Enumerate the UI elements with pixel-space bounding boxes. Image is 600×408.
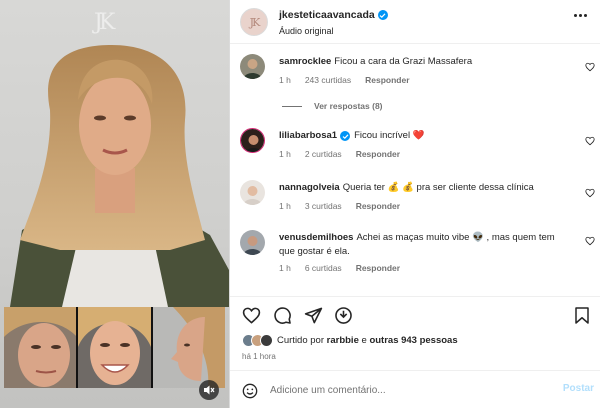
post-media[interactable]: JK: [0, 0, 229, 408]
liker-username[interactable]: rarbbie: [327, 335, 359, 346]
audio-link[interactable]: Áudio original: [279, 26, 334, 36]
likes-conjunction: e: [361, 335, 367, 346]
before-after-inset: [4, 307, 225, 388]
commenter-avatar[interactable]: [240, 54, 265, 79]
add-comment-bar: Postar: [230, 370, 600, 408]
profile-username-row: jkesteticaavancada: [279, 9, 388, 21]
comment-likes[interactable]: 2 curtidas: [305, 149, 342, 159]
post-comment-button[interactable]: Postar: [563, 383, 594, 394]
save-bookmark-icon[interactable]: [573, 306, 591, 325]
speaker-muted-icon: [204, 385, 215, 395]
comment-text: Ficou a cara da Grazi Massafera: [334, 56, 473, 67]
comment-time[interactable]: 1 h: [279, 149, 291, 159]
reply-button[interactable]: Responder: [356, 149, 400, 159]
share-send-icon[interactable]: [304, 306, 323, 325]
commenter-avatar[interactable]: [240, 128, 265, 153]
profile-avatar[interactable]: JK: [240, 8, 268, 36]
reply-button[interactable]: Responder: [356, 201, 400, 211]
profile-username[interactable]: jkesteticaavancada: [279, 9, 375, 21]
verified-badge-icon: [340, 131, 351, 141]
commenter-avatar[interactable]: [240, 180, 265, 205]
inset-face-center: [78, 307, 151, 388]
mute-button[interactable]: [199, 380, 219, 400]
like-comment-heart-icon[interactable]: [585, 188, 595, 198]
comment-username[interactable]: venusdemilhoes: [279, 232, 353, 243]
like-heart-icon[interactable]: [242, 306, 261, 325]
comment-time[interactable]: 1 h: [279, 201, 291, 211]
comment-username[interactable]: liliabarbosa1: [279, 129, 337, 143]
post-panel: JK jkesteticaavancada Áudio original sam…: [229, 0, 600, 408]
more-options-button[interactable]: [574, 14, 587, 17]
comment-time[interactable]: 1 h: [279, 263, 291, 273]
likes-summary[interactable]: Curtido por rarbbie e outras 943 pessoas: [242, 334, 458, 347]
comment-text: Queria ter 💰 💰 pra ser cliente dessa clí…: [342, 182, 534, 193]
like-comment-heart-icon[interactable]: [585, 62, 595, 72]
comment-likes[interactable]: 6 curtidas: [305, 263, 342, 273]
commenter-avatar[interactable]: [240, 230, 265, 255]
reply-button[interactable]: Responder: [365, 75, 409, 85]
inset-face-left: [4, 307, 77, 388]
media-watermark: JK: [94, 10, 115, 35]
view-replies-button[interactable]: Ver respostas (8): [282, 101, 383, 111]
view-replies-label: Ver respostas (8): [314, 101, 383, 111]
reply-button[interactable]: Responder: [356, 263, 400, 273]
like-comment-heart-icon[interactable]: [585, 236, 595, 246]
inset-face-right: [152, 307, 225, 388]
likes-others[interactable]: outras 943 pessoas: [369, 335, 457, 346]
emoji-smiley-icon[interactable]: [242, 383, 258, 399]
remix-icon[interactable]: [334, 306, 353, 325]
verified-badge-icon: [377, 10, 388, 20]
comment-time[interactable]: 1 h: [279, 75, 291, 85]
comment-username[interactable]: nannagolveia: [279, 182, 340, 193]
post-header: JK jkesteticaavancada Áudio original: [230, 0, 600, 44]
post-timestamp[interactable]: há 1 hora: [242, 352, 276, 361]
more-dots-icon: [574, 14, 577, 17]
replies-divider: [282, 105, 302, 107]
comment-input[interactable]: [270, 381, 540, 399]
comment-username[interactable]: samrocklee: [279, 56, 331, 67]
post-action-bar: [230, 296, 600, 332]
liker-avatar: [260, 334, 273, 347]
comment-likes[interactable]: 3 curtidas: [305, 201, 342, 211]
likes-prefix: Curtido por: [277, 335, 324, 346]
comment-likes[interactable]: 243 curtidas: [305, 75, 351, 85]
like-comment-heart-icon[interactable]: [585, 136, 595, 146]
woman-portrait: [10, 45, 229, 307]
comment-bubble-icon[interactable]: [273, 306, 292, 325]
comment-text: Ficou incrível ❤️: [354, 130, 425, 141]
